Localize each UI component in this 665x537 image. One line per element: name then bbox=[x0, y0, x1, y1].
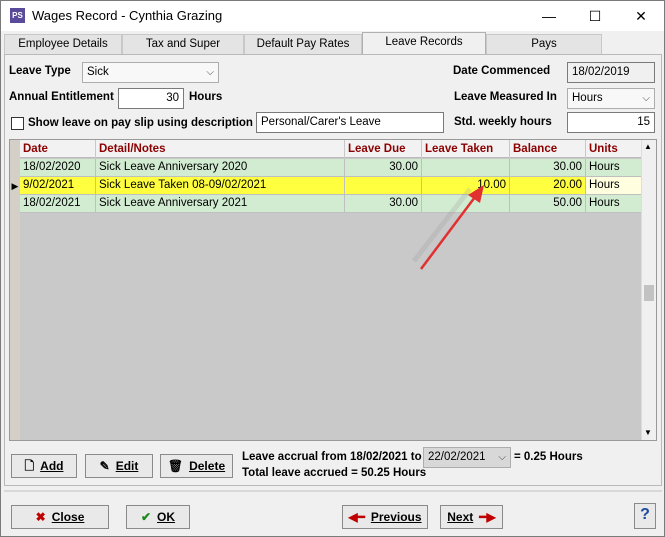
row-indicator-icon: ▶ bbox=[11, 181, 19, 191]
scroll-up-icon[interactable]: ▲ bbox=[644, 142, 652, 151]
column-header-balance[interactable]: Balance bbox=[510, 140, 586, 158]
window-title: Wages Record - Cynthia Grazing bbox=[32, 8, 223, 23]
grid-header: Date Detail/Notes Leave Due Leave Taken … bbox=[20, 140, 642, 158]
column-header-date[interactable]: Date bbox=[20, 140, 96, 158]
next-button[interactable]: Next ━▶ bbox=[440, 505, 503, 529]
add-label: Add bbox=[40, 459, 64, 473]
tab-bar: Employee Details Tax and Super Default P… bbox=[4, 32, 662, 55]
ok-label: OK bbox=[157, 510, 176, 524]
table-row[interactable]: 9/02/2021 Sick Leave Taken 08-09/02/2021… bbox=[20, 177, 642, 195]
column-header-units[interactable]: Units bbox=[586, 140, 642, 158]
column-header-detail[interactable]: Detail/Notes bbox=[96, 140, 345, 158]
table-row[interactable]: 18/02/2020 Sick Leave Anniversary 2020 3… bbox=[20, 159, 642, 177]
close-label: Close bbox=[51, 510, 85, 524]
cell-date: 18/02/2020 bbox=[20, 159, 96, 177]
column-header-leave-taken[interactable]: Leave Taken bbox=[422, 140, 510, 158]
std-weekly-input[interactable]: 15 bbox=[567, 112, 655, 133]
edit-icon: ✎ bbox=[99, 459, 110, 473]
close-button[interactable]: ✖ Close bbox=[11, 505, 109, 529]
delete-button[interactable]: 🗑 Delete bbox=[160, 454, 233, 478]
leave-type-value: Sick bbox=[87, 66, 109, 78]
leave-records-grid[interactable]: Date Detail/Notes Leave Due Leave Taken … bbox=[9, 139, 657, 441]
tab-employee-details[interactable]: Employee Details bbox=[4, 34, 122, 54]
tab-pays[interactable]: Pays bbox=[486, 34, 602, 54]
ok-button[interactable]: ✔ OK bbox=[126, 505, 190, 529]
annual-entitlement-label: Annual Entitlement bbox=[9, 91, 114, 103]
check-icon: ✔ bbox=[140, 510, 152, 524]
previous-button[interactable]: ◀━ Previous bbox=[342, 505, 428, 529]
annual-entitlement-input[interactable]: 30 bbox=[118, 88, 184, 109]
cell-date: 9/02/2021 bbox=[20, 177, 96, 195]
std-weekly-label: Std. weekly hours bbox=[454, 116, 552, 128]
scroll-thumb[interactable] bbox=[644, 285, 654, 301]
cell-detail: Sick Leave Taken 08-09/02/2021 bbox=[96, 177, 345, 195]
help-button[interactable]: ? bbox=[634, 503, 656, 529]
date-commenced-label: Date Commenced bbox=[453, 65, 551, 77]
trash-icon: 🗑 bbox=[167, 459, 184, 473]
accrual-date-picker[interactable]: 22/02/2021 ⌵ bbox=[423, 447, 511, 468]
date-commenced-field[interactable]: 18/02/2019 bbox=[567, 62, 655, 83]
app-icon: PS bbox=[10, 8, 25, 23]
leave-measured-label: Leave Measured In bbox=[454, 91, 557, 103]
close-x-icon: ✖ bbox=[35, 510, 46, 524]
leave-description-input[interactable]: Personal/Carer's Leave bbox=[256, 112, 444, 133]
cell-leave-taken bbox=[422, 159, 510, 177]
table-row[interactable]: 18/02/2021 Sick Leave Anniversary 2021 3… bbox=[20, 195, 642, 213]
vertical-scrollbar[interactable]: ▲ ▼ bbox=[641, 140, 656, 440]
cell-detail: Sick Leave Anniversary 2021 bbox=[96, 195, 345, 213]
add-button[interactable]: 🗋 Add bbox=[11, 454, 77, 478]
cell-leave-due: 30.00 bbox=[345, 159, 422, 177]
tab-default-pay-rates[interactable]: Default Pay Rates bbox=[244, 34, 362, 54]
cell-date: 18/02/2021 bbox=[20, 195, 96, 213]
total-accrued: Total leave accrued = 50.25 Hours bbox=[242, 467, 427, 479]
leave-type-label: Leave Type bbox=[9, 65, 71, 77]
scroll-down-icon[interactable]: ▼ bbox=[644, 428, 652, 437]
close-window-button[interactable]: ✕ bbox=[618, 1, 664, 31]
wages-record-window: PS Wages Record - Cynthia Grazing — ☐ ✕ … bbox=[0, 0, 665, 537]
accrual-label: Leave accrual from 18/02/2021 to bbox=[242, 451, 422, 463]
maximize-button[interactable]: ☐ bbox=[572, 1, 618, 31]
chevron-down-icon: ⌵ bbox=[206, 67, 214, 78]
edit-button[interactable]: ✎ Edit bbox=[85, 454, 153, 478]
cell-balance: 30.00 bbox=[510, 159, 586, 177]
edit-label: Edit bbox=[115, 459, 139, 473]
annotation-arrow-icon bbox=[412, 185, 484, 270]
new-document-icon: 🗋 bbox=[24, 459, 35, 473]
arrow-left-icon: ◀━ bbox=[348, 510, 365, 524]
chevron-down-icon: ⌵ bbox=[642, 93, 650, 104]
cell-detail: Sick Leave Anniversary 2020 bbox=[96, 159, 345, 177]
cell-units: Hours bbox=[586, 177, 642, 195]
arrow-right-icon: ━▶ bbox=[479, 510, 496, 524]
accrual-result: = 0.25 Hours bbox=[514, 451, 583, 463]
tab-leave-records[interactable]: Leave Records bbox=[362, 32, 486, 55]
cell-balance: 50.00 bbox=[510, 195, 586, 213]
tab-tax-and-super[interactable]: Tax and Super bbox=[122, 34, 244, 54]
delete-label: Delete bbox=[189, 459, 226, 473]
minimize-button[interactable]: — bbox=[526, 1, 572, 31]
chevron-down-icon: ⌵ bbox=[498, 452, 506, 463]
column-header-leave-due[interactable]: Leave Due bbox=[345, 140, 422, 158]
leave-type-select[interactable]: Sick ⌵ bbox=[82, 62, 219, 83]
leave-measured-value: Hours bbox=[572, 92, 603, 104]
annual-entitlement-unit: Hours bbox=[189, 91, 223, 103]
previous-label: Previous bbox=[370, 510, 422, 524]
show-leave-checkbox[interactable] bbox=[11, 117, 24, 130]
show-leave-label: Show leave on pay slip using description bbox=[28, 117, 253, 129]
cell-units: Hours bbox=[586, 159, 642, 177]
cell-balance: 20.00 bbox=[510, 177, 586, 195]
title-bar: PS Wages Record - Cynthia Grazing — ☐ ✕ bbox=[1, 1, 664, 31]
cell-units: Hours bbox=[586, 195, 642, 213]
next-label: Next bbox=[447, 510, 474, 524]
leave-measured-select[interactable]: Hours ⌵ bbox=[567, 88, 655, 109]
accrual-date-value: 22/02/2021 bbox=[428, 451, 486, 463]
